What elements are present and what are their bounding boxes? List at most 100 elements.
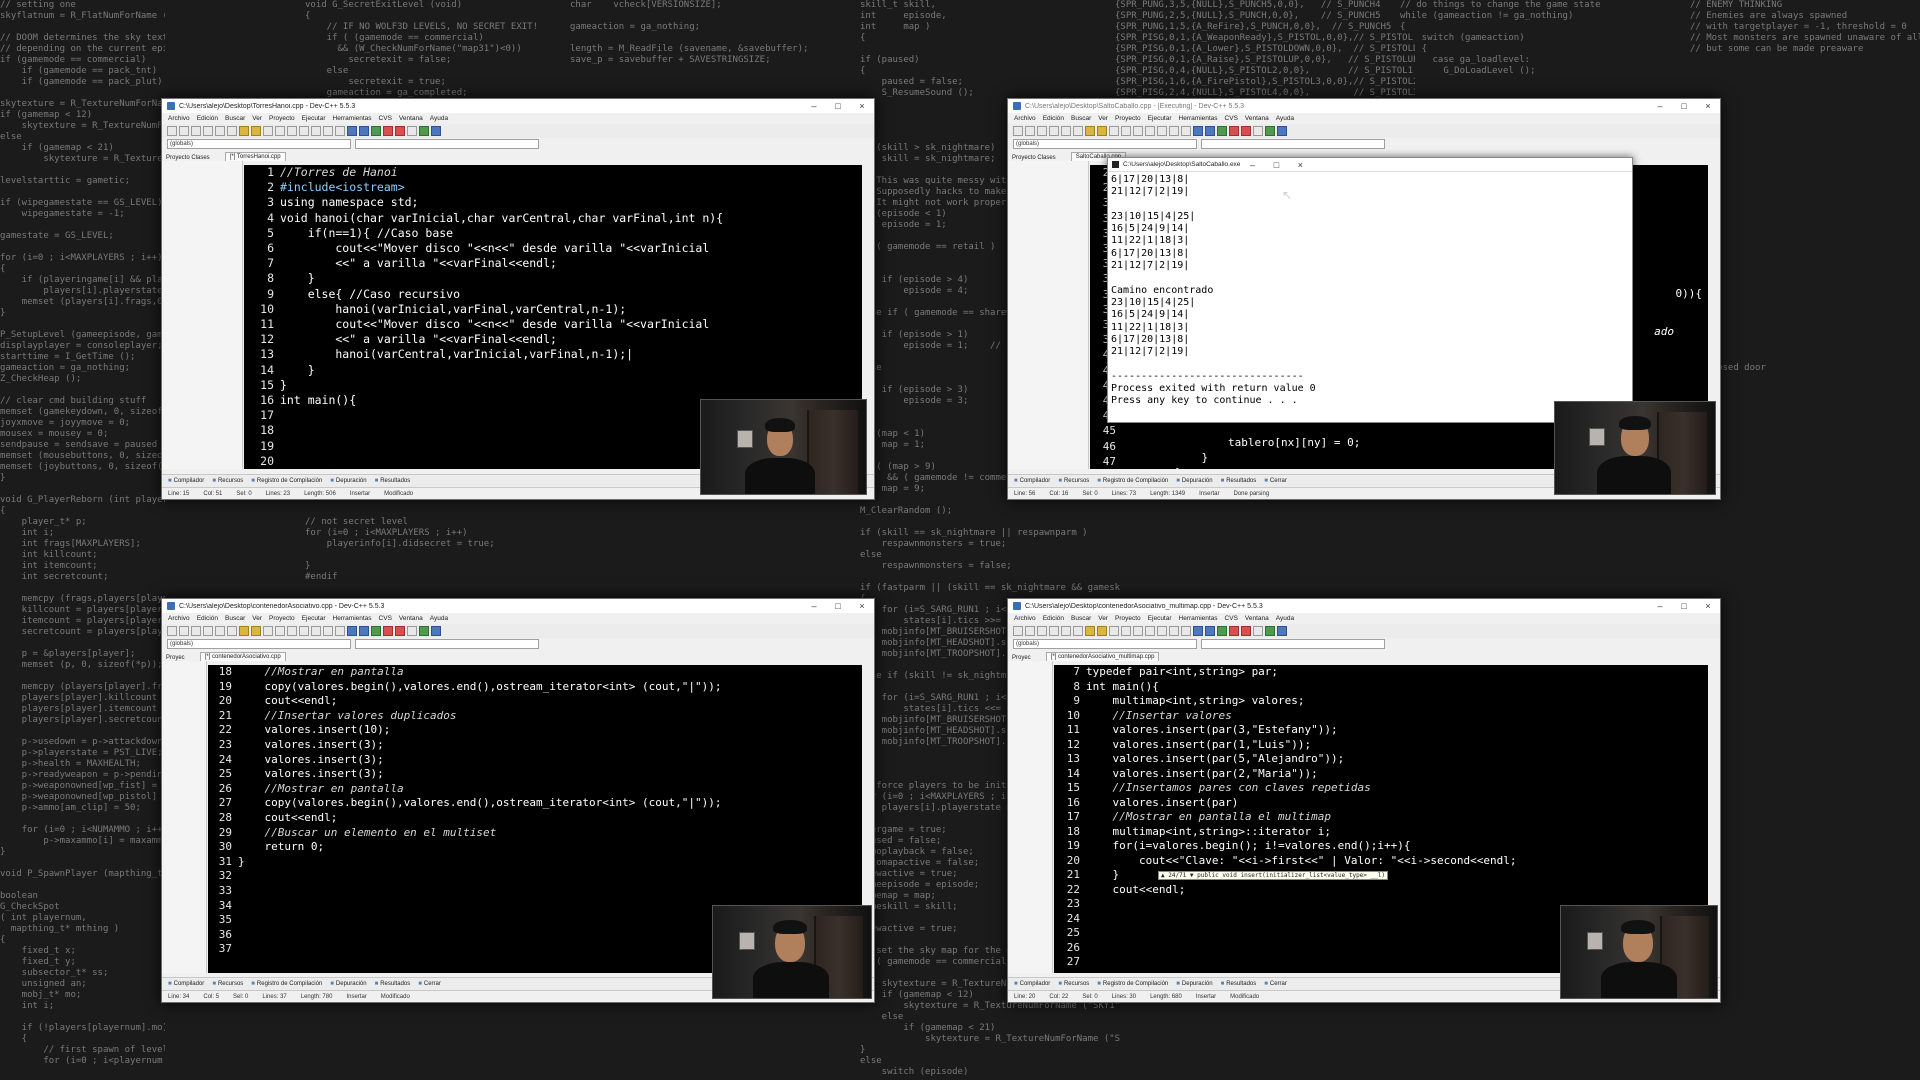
tab-resultados[interactable]: Resultados [375, 981, 410, 987]
close-file-icon[interactable] [215, 126, 225, 136]
new-class-icon[interactable] [419, 626, 429, 636]
minimize-icon[interactable]: – [802, 101, 826, 111]
menu-buscar[interactable]: Buscar [1071, 615, 1091, 622]
minimize-icon[interactable]: – [1648, 601, 1672, 611]
menu-cvs[interactable]: CVS [1225, 615, 1238, 622]
menu-herramientas[interactable]: Herramientas [333, 615, 372, 622]
maximize-icon[interactable]: □ [1672, 101, 1696, 111]
maximize-icon[interactable]: □ [1672, 601, 1696, 611]
goto-icon[interactable] [287, 626, 297, 636]
menu-herramientas[interactable]: Herramientas [333, 115, 372, 122]
tab-registro[interactable]: Registro de Compilación [251, 981, 322, 987]
tab-compilador[interactable]: Compilador [1014, 478, 1051, 484]
redo-icon[interactable] [251, 626, 261, 636]
open-file-icon[interactable] [1025, 126, 1035, 136]
close-icon[interactable]: × [1696, 601, 1720, 611]
menu-proyecto[interactable]: Proyecto [1115, 615, 1141, 622]
compile-run-icon[interactable] [371, 626, 381, 636]
minimize-icon[interactable]: – [1648, 101, 1672, 111]
menu-ayuda[interactable]: Ayuda [430, 615, 448, 622]
function-combo[interactable] [1201, 139, 1385, 149]
open-file-icon[interactable] [1025, 626, 1035, 636]
compile-run-icon[interactable] [1217, 126, 1227, 136]
new-file-icon[interactable] [167, 126, 177, 136]
redo-icon[interactable] [1097, 126, 1107, 136]
insert-icon[interactable] [431, 126, 441, 136]
tab-recursos[interactable]: Recursos [212, 981, 243, 987]
stop-execution-icon[interactable] [1229, 126, 1239, 136]
menu-ayuda[interactable]: Ayuda [430, 115, 448, 122]
open-file-icon[interactable] [179, 626, 189, 636]
menu-buscar[interactable]: Buscar [1071, 115, 1091, 122]
menu-herramientas[interactable]: Herramientas [1179, 615, 1218, 622]
menu-ejecutar[interactable]: Ejecutar [302, 615, 326, 622]
toggle-comment-icon[interactable] [335, 126, 345, 136]
menu-proyecto[interactable]: Proyecto [1115, 115, 1141, 122]
tab-registro[interactable]: Registro de Compilación [251, 478, 322, 484]
unindent-icon[interactable] [311, 626, 321, 636]
menu-ejecutar[interactable]: Ejecutar [302, 115, 326, 122]
menu-cvs[interactable]: CVS [1225, 115, 1238, 122]
tab-recursos[interactable]: Recursos [212, 478, 243, 484]
run-icon[interactable] [359, 626, 369, 636]
console-maximize-icon[interactable]: □ [1264, 160, 1288, 170]
goto-icon[interactable] [1133, 626, 1143, 636]
tab-registro[interactable]: Registro de Compilación [1097, 478, 1168, 484]
profile-icon[interactable] [407, 126, 417, 136]
console-minimize-icon[interactable]: – [1240, 160, 1264, 170]
maximize-icon[interactable]: □ [826, 601, 850, 611]
save-all-icon[interactable] [203, 626, 213, 636]
globals-combo[interactable]: (globals) [1013, 639, 1197, 649]
save-icon[interactable] [191, 126, 201, 136]
save-all-icon[interactable] [1049, 126, 1059, 136]
insert-icon[interactable] [431, 626, 441, 636]
bookmark-icon[interactable] [323, 626, 333, 636]
save-all-icon[interactable] [1049, 626, 1059, 636]
compile-run-icon[interactable] [1217, 626, 1227, 636]
menu-ejecutar[interactable]: Ejecutar [1148, 115, 1172, 122]
compile-icon[interactable] [347, 126, 357, 136]
menu-ventana[interactable]: Ventana [1245, 115, 1269, 122]
menu-ver[interactable]: Ver [1098, 115, 1108, 122]
rebuild-icon[interactable] [383, 126, 393, 136]
find-icon[interactable] [1109, 126, 1119, 136]
menu-archivo[interactable]: Archivo [1014, 115, 1036, 122]
menu-herramientas[interactable]: Herramientas [1179, 115, 1218, 122]
tab-cerrar[interactable]: Cerrar [418, 981, 441, 987]
file-tab[interactable]: [*] contenedorAsociativo.cpp [199, 652, 286, 661]
find-icon[interactable] [263, 126, 273, 136]
indent-icon[interactable] [299, 626, 309, 636]
new-class-icon[interactable] [1265, 126, 1275, 136]
find-icon[interactable] [1109, 626, 1119, 636]
profile-icon[interactable] [1253, 626, 1263, 636]
open-file-icon[interactable] [179, 126, 189, 136]
file-tab[interactable]: [*] TorresHanoi.cpp [224, 152, 286, 161]
insert-icon[interactable] [1277, 626, 1287, 636]
replace-icon[interactable] [1121, 126, 1131, 136]
redo-icon[interactable] [251, 126, 261, 136]
tab-compilador[interactable]: Compilador [168, 478, 205, 484]
run-icon[interactable] [1205, 126, 1215, 136]
save-all-icon[interactable] [203, 126, 213, 136]
tab-compilador[interactable]: Compilador [1014, 981, 1051, 987]
new-class-icon[interactable] [1265, 626, 1275, 636]
console-close-icon[interactable]: × [1288, 160, 1312, 170]
undo-icon[interactable] [239, 126, 249, 136]
tab-recursos[interactable]: Recursos [1058, 981, 1089, 987]
menu-proyecto[interactable]: Proyecto [269, 615, 295, 622]
run-icon[interactable] [359, 126, 369, 136]
menu-ver[interactable]: Ver [252, 615, 262, 622]
function-combo[interactable] [355, 139, 539, 149]
menu-cvs[interactable]: CVS [379, 115, 392, 122]
debug-icon[interactable] [1241, 126, 1251, 136]
menu-edicion[interactable]: Edición [197, 115, 218, 122]
bookmark-icon[interactable] [1169, 626, 1179, 636]
function-combo[interactable] [355, 639, 539, 649]
menu-ayuda[interactable]: Ayuda [1276, 615, 1294, 622]
rebuild-icon[interactable] [383, 626, 393, 636]
menu-buscar[interactable]: Buscar [225, 115, 245, 122]
menu-archivo[interactable]: Archivo [1014, 615, 1036, 622]
menu-archivo[interactable]: Archivo [168, 615, 190, 622]
close-icon[interactable]: × [850, 601, 874, 611]
bookmark-icon[interactable] [323, 126, 333, 136]
